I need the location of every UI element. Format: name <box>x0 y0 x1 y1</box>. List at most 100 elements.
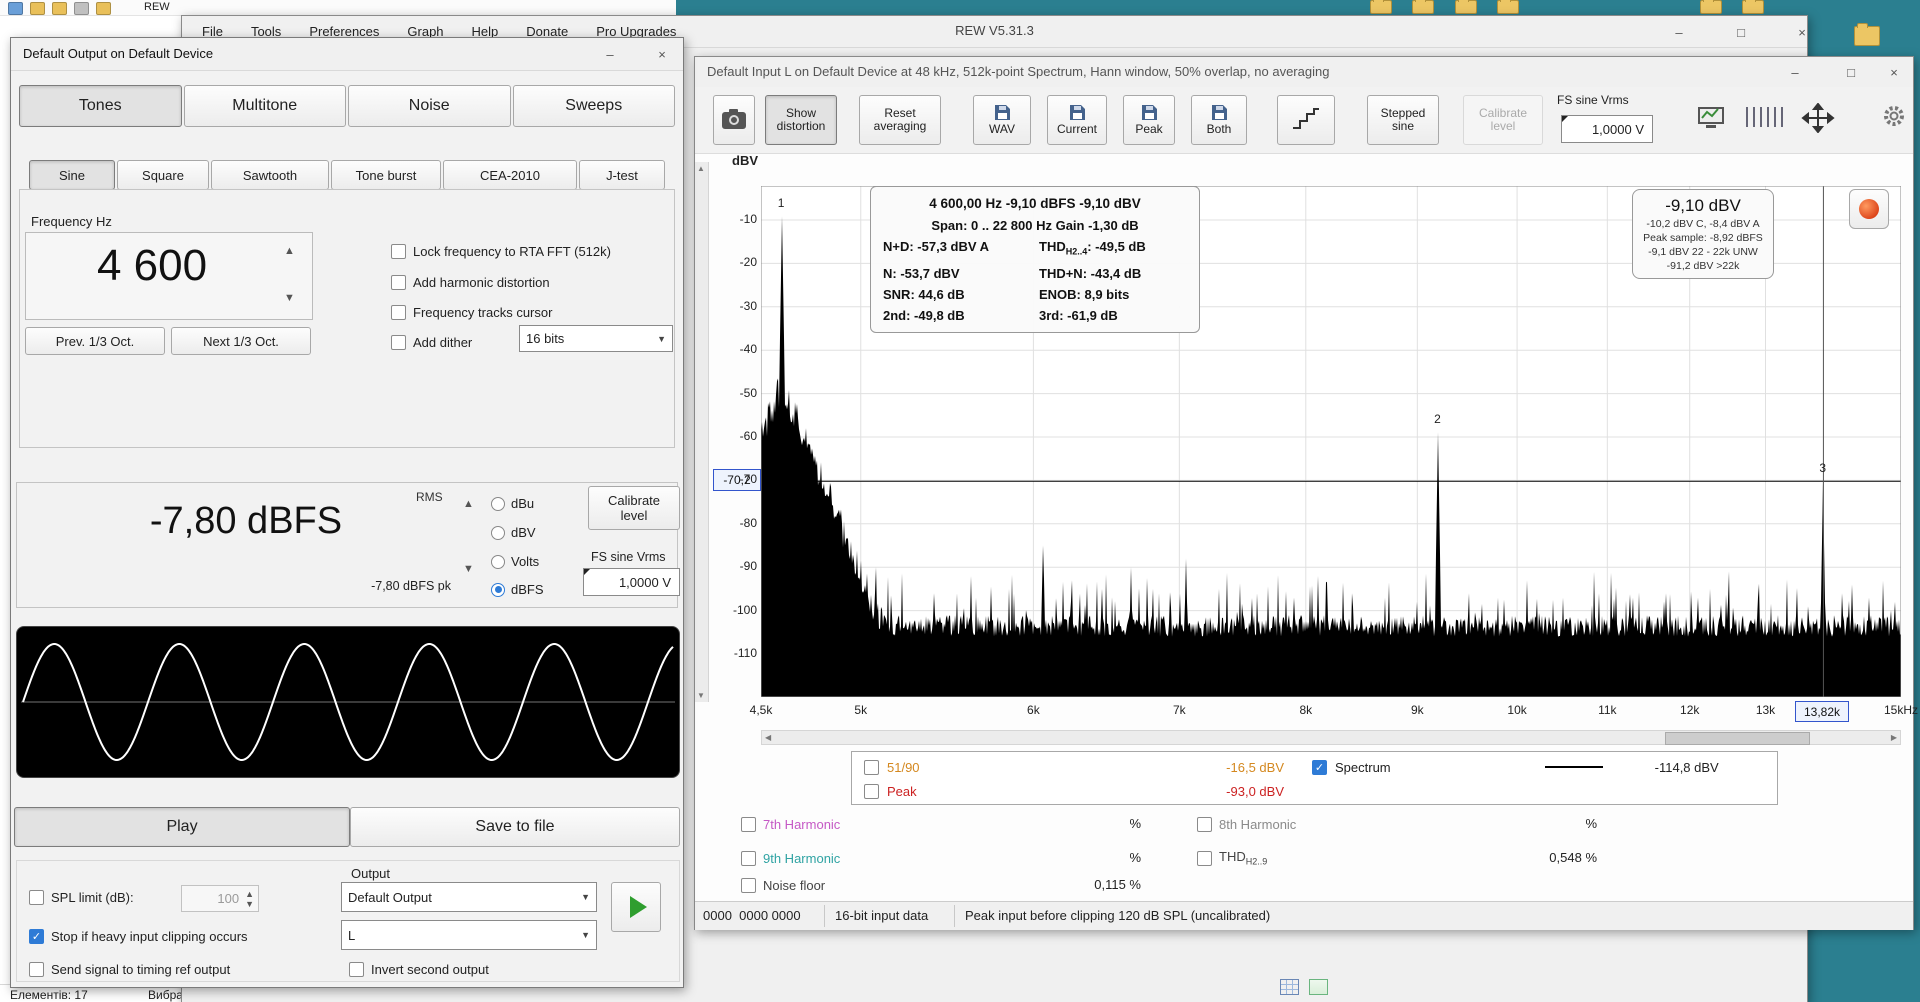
checkbox[interactable] <box>391 275 406 290</box>
save-to-file-button[interactable]: Save to file <box>350 807 680 847</box>
calibrate-level-button[interactable]: Calibrate level <box>588 486 680 530</box>
radio-button[interactable] <box>491 497 505 511</box>
unit-option-dbv[interactable]: dBV <box>491 525 536 540</box>
save-both-button[interactable]: Both <box>1191 95 1247 145</box>
folder-icon[interactable] <box>96 2 111 15</box>
spl-limit-checkbox[interactable] <box>29 890 44 905</box>
play-button[interactable]: Play <box>14 807 350 847</box>
option-frequency-tracks-cursor[interactable]: Frequency tracks cursor <box>391 305 552 320</box>
generator-play-button[interactable] <box>611 882 661 932</box>
tab-multitone[interactable]: Multitone <box>184 85 347 127</box>
spectrum-trace-checkbox[interactable] <box>1312 760 1327 775</box>
save-wav-button[interactable]: WAV <box>973 95 1031 145</box>
spectrum-maximize-button[interactable]: □ <box>1831 59 1871 85</box>
desktop-folder-icon[interactable] <box>1854 26 1880 46</box>
scroll-down-icon[interactable]: ▼ <box>697 691 705 700</box>
level-spinner[interactable]: ▲ ▼ <box>463 498 474 576</box>
calibrate-level-button[interactable]: Calibrate level <box>1463 95 1543 145</box>
desktop-folder-icon[interactable] <box>1700 0 1722 14</box>
output-channel-select[interactable]: L▼ <box>341 920 597 950</box>
scroll-left-icon[interactable]: ◀ <box>765 733 771 742</box>
desktop-folder-icon[interactable] <box>1455 0 1477 14</box>
folder-icon[interactable] <box>52 2 67 15</box>
option-add-dither[interactable]: Add dither <box>391 335 472 350</box>
spin-up-icon[interactable]: ▲ <box>284 245 295 258</box>
harmonic-checkbox[interactable] <box>1197 851 1212 866</box>
frequency-spinner[interactable]: ▲ ▼ <box>284 245 295 305</box>
spin-down-icon[interactable]: ▼ <box>284 292 295 305</box>
folder-icon[interactable] <box>74 2 89 15</box>
show-distortion-button[interactable]: Show distortion <box>765 95 837 145</box>
scroll-right-icon[interactable]: ▶ <box>1891 733 1897 742</box>
screenshot-button[interactable] <box>713 95 755 145</box>
generator-minimize-button[interactable]: – <box>589 42 631 66</box>
unit-option-dbfs[interactable]: dBFS <box>491 582 544 597</box>
spl-limit-spinner[interactable]: ▲▼ <box>245 889 254 909</box>
save-peak-button[interactable]: Peak <box>1123 95 1175 145</box>
frequency-value[interactable]: 4 600 <box>26 241 278 291</box>
desktop-folder-icon[interactable] <box>1742 0 1764 14</box>
folder-icon[interactable] <box>30 2 45 15</box>
subtab-j-test[interactable]: J-test <box>579 160 665 190</box>
reset-averaging-button[interactable]: Reset averaging <box>859 95 941 145</box>
checkbox[interactable] <box>391 244 406 259</box>
fs-sine-vrms-input[interactable]: 1,0000 V <box>1561 115 1653 143</box>
harmonic-checkbox[interactable] <box>1197 817 1212 832</box>
timing-ref-option[interactable]: Send signal to timing ref output <box>29 962 230 977</box>
scroll-up-icon[interactable]: ▲ <box>697 164 705 173</box>
invert-second-checkbox[interactable] <box>349 962 364 977</box>
tab-sweeps[interactable]: Sweeps <box>513 85 676 127</box>
dither-bits-select[interactable]: 16 bits▼ <box>519 325 673 352</box>
generator-monitor-icon[interactable] <box>1697 105 1725 136</box>
spl-limit-option[interactable]: SPL limit (dB): <box>29 890 134 905</box>
level-value[interactable]: -7,80 dBFS <box>31 500 461 543</box>
stepped-measure-button[interactable] <box>1277 95 1335 145</box>
option-add-harmonic-distortion[interactable]: Add harmonic distortion <box>391 275 550 290</box>
generator-close-button[interactable]: × <box>641 42 683 66</box>
record-button[interactable] <box>1849 189 1889 229</box>
stop-clipping-checkbox[interactable] <box>29 929 44 944</box>
graph-layout-icon[interactable] <box>1743 105 1789 134</box>
spectrum-minimize-button[interactable]: – <box>1775 59 1815 85</box>
tab-noise[interactable]: Noise <box>348 85 511 127</box>
settings-gear-icon[interactable] <box>1881 103 1907 134</box>
subtab-cea-2010[interactable]: CEA-2010 <box>443 160 577 190</box>
spin-down-icon[interactable]: ▼ <box>463 563 474 576</box>
stepped-sine-button[interactable]: Stepped sine <box>1367 95 1439 145</box>
stop-clipping-option[interactable]: Stop if heavy input clipping occurs <box>29 929 248 944</box>
maximize-button[interactable]: □ <box>1719 19 1763 45</box>
legend-checkbox[interactable] <box>864 760 879 775</box>
radio-button[interactable] <box>491 555 505 569</box>
minimize-button[interactable]: – <box>1657 19 1701 45</box>
desktop-folder-icon[interactable] <box>1370 0 1392 14</box>
desktop-folder-icon[interactable] <box>1497 0 1519 14</box>
harmonic-checkbox[interactable] <box>741 817 756 832</box>
tab-tones[interactable]: Tones <box>19 85 182 127</box>
radio-button[interactable] <box>491 526 505 540</box>
desktop-folder-icon[interactable] <box>1412 0 1434 14</box>
save-current-button[interactable]: Current <box>1047 95 1107 145</box>
spectrum-close-button[interactable]: × <box>1879 59 1909 85</box>
graph-vertical-scrollbar[interactable]: ▲ ▼ <box>695 162 709 702</box>
subtab-sawtooth[interactable]: Sawtooth <box>211 160 329 190</box>
subtab-sine[interactable]: Sine <box>29 160 115 190</box>
prev-third-octave-button[interactable]: Prev. 1/3 Oct. <box>25 327 165 355</box>
timing-ref-checkbox[interactable] <box>29 962 44 977</box>
option-lock-frequency-to-rta-fft-512k-[interactable]: Lock frequency to RTA FFT (512k) <box>391 244 611 259</box>
legend-checkbox[interactable] <box>864 784 879 799</box>
spectrum-titlebar[interactable]: Default Input L on Default Device at 48 … <box>695 57 1913 88</box>
table-view-icon[interactable] <box>1280 979 1299 995</box>
app-icon[interactable] <box>8 2 23 15</box>
unit-option-volts[interactable]: Volts <box>491 554 539 569</box>
unit-option-dbu[interactable]: dBu <box>491 496 534 511</box>
subtab-tone-burst[interactable]: Tone burst <box>331 160 441 190</box>
close-button[interactable]: × <box>1780 19 1824 45</box>
pan-zoom-icon[interactable] <box>1801 103 1835 138</box>
generator-titlebar[interactable]: Default Output on Default Device – × <box>11 38 683 71</box>
details-view-icon[interactable] <box>1309 979 1328 995</box>
harmonic-checkbox[interactable] <box>741 878 756 893</box>
checkbox[interactable] <box>391 305 406 320</box>
graph-horizontal-scrollbar[interactable]: ◀ ▶ <box>761 730 1901 745</box>
checkbox[interactable] <box>391 335 406 350</box>
subtab-square[interactable]: Square <box>117 160 209 190</box>
